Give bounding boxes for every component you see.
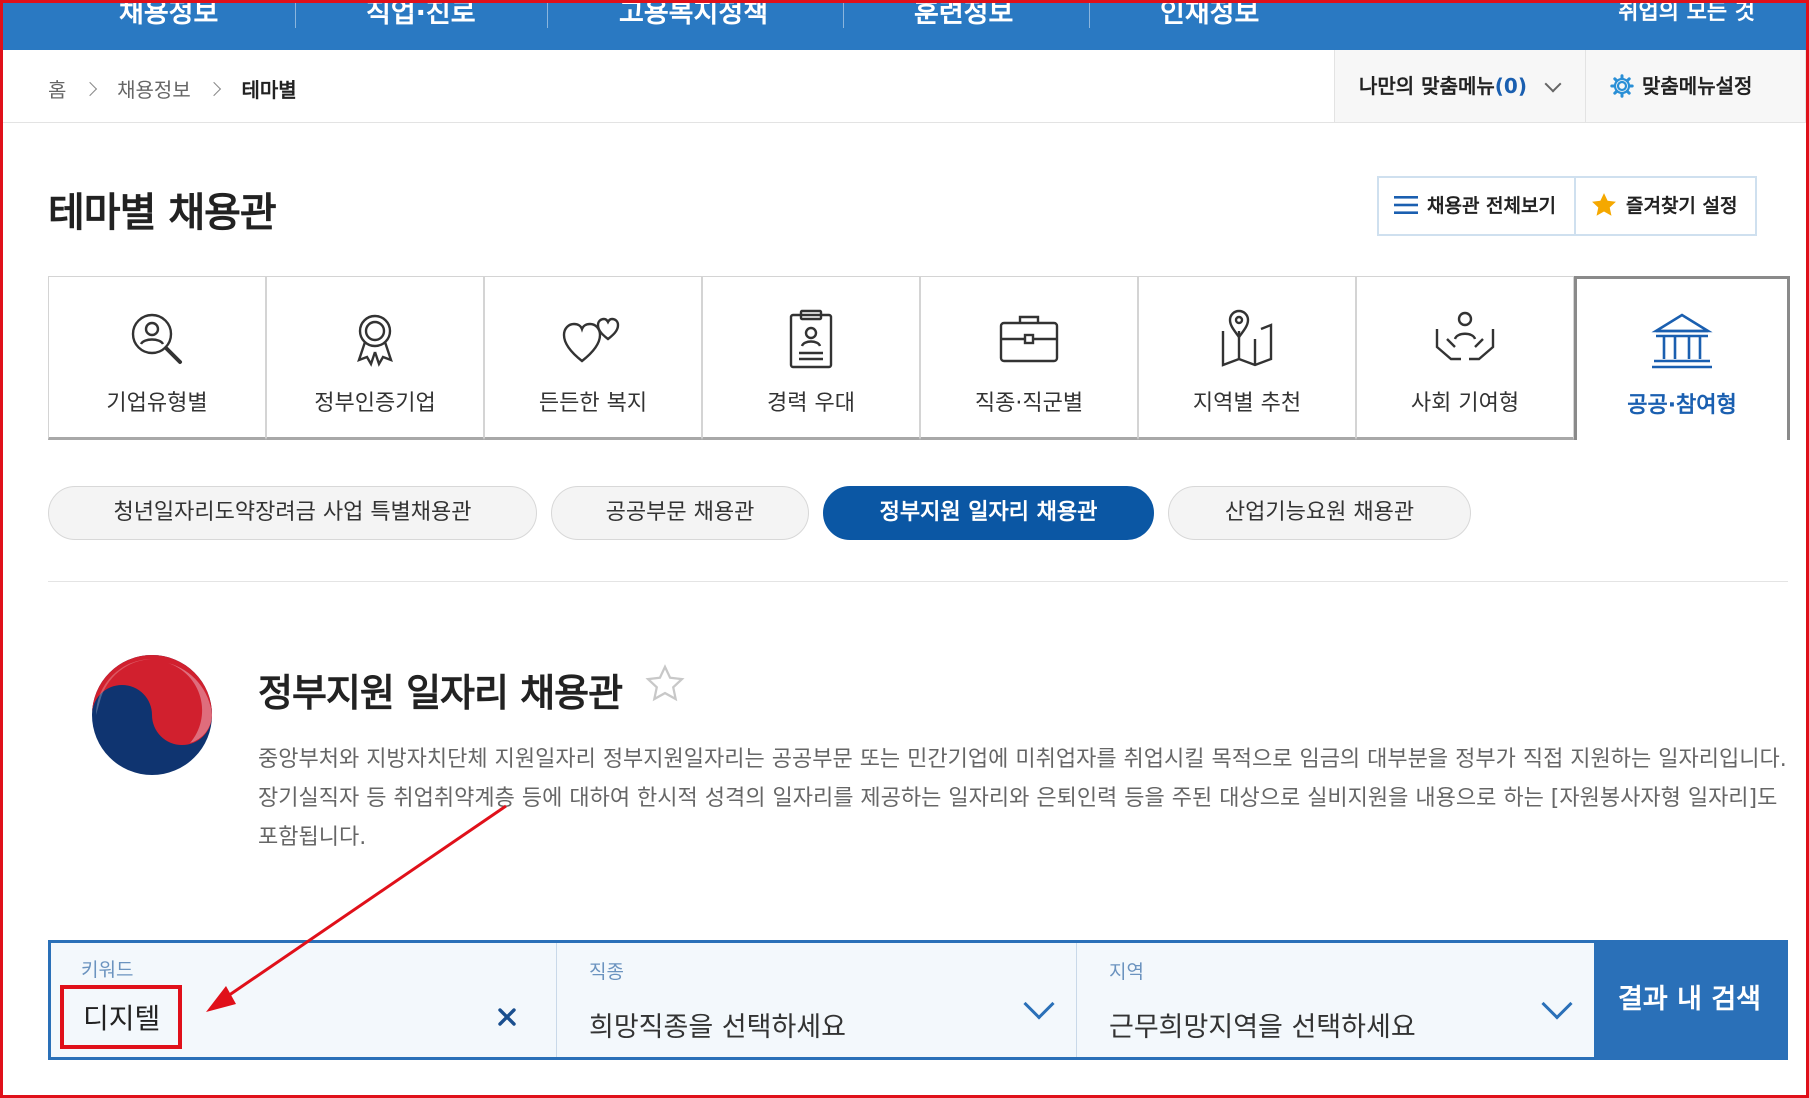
hands-person-icon: [1435, 311, 1495, 361]
top-navigation: 채용정보 직업·진로 고용복지정책 훈련정보 인재정보 취업의 모든 것: [0, 0, 1809, 50]
chevron-down-icon: [1544, 75, 1562, 93]
nav-separator: [1089, 0, 1090, 28]
nav-separator: [843, 0, 844, 28]
nav-all-about-jobs[interactable]: 취업의 모든 것: [1618, 0, 1755, 30]
briefcase-icon: [999, 315, 1059, 363]
my-menu-label: 나만의 맞춤메뉴: [1359, 74, 1495, 98]
chevron-down-icon: [1023, 988, 1055, 1020]
annotation-highlight-box: [60, 985, 182, 1049]
theme-tabs: 기업유형별 정부인증기업 든든한 복지 경력 우대 직종·직군별 지역별 추천: [48, 276, 1790, 440]
tab-label: 든든한 복지: [538, 391, 648, 416]
breadcrumb-jobs[interactable]: 채용정보: [117, 74, 191, 103]
clipboard-person-icon: [789, 309, 833, 369]
map-pin-icon: [1221, 309, 1273, 367]
job-placeholder: 희망직종을 선택하세요: [589, 1012, 846, 1043]
job-label: 직종: [589, 961, 624, 983]
pill-industrial-personnel[interactable]: 산업기능요원 채용관: [1168, 486, 1471, 540]
government-building-icon: [1651, 313, 1713, 369]
region-select[interactable]: 지역 근무희망지역을 선택하세요: [1076, 943, 1594, 1057]
tab-social-contribution[interactable]: 사회 기여형: [1356, 276, 1574, 440]
nav-item-jobs[interactable]: 채용정보: [119, 0, 218, 34]
clear-icon[interactable]: [495, 1005, 519, 1029]
nav-item-training[interactable]: 훈련정보: [914, 0, 1013, 34]
pill-gov-support-jobs[interactable]: 정부지원 일자리 채용관: [823, 486, 1154, 540]
tab-label: 경력 우대: [767, 391, 855, 416]
region-label: 지역: [1109, 961, 1144, 983]
nav-separator: [295, 0, 296, 28]
tab-label: 공공·참여형: [1627, 393, 1737, 418]
hearts-icon: [562, 317, 620, 363]
favorites-settings-button[interactable]: 즐겨찾기 설정: [1573, 178, 1756, 234]
view-all-label: 채용관 전체보기: [1427, 195, 1556, 217]
page-title: 테마별 채용관: [48, 190, 277, 236]
section-description: 중앙부처와 지방자치단체 지원일자리 정부지원일자리는 공공부문 또는 민간기업…: [258, 747, 1787, 850]
search-bar: 키워드 직종 희망직종을 선택하세요 지역 근무희망지역을 선택하세요 결과 내…: [48, 940, 1788, 1060]
screenshot-border: [0, 0, 1809, 1098]
favorite-star-icon[interactable]: [644, 663, 686, 705]
tab-job-category[interactable]: 직종·직군별: [920, 276, 1138, 440]
keyword-label: 키워드: [81, 959, 134, 981]
title-actions: 채용관 전체보기 즐겨찾기 설정: [1377, 176, 1758, 236]
breadcrumb-current: 테마별: [241, 78, 297, 102]
tab-career-preferred[interactable]: 경력 우대: [702, 276, 920, 440]
tab-label: 사회 기여형: [1410, 391, 1520, 416]
favorites-label: 즐겨찾기 설정: [1625, 195, 1738, 217]
award-badge-icon: [357, 314, 393, 367]
breadcrumb-bar: 홈 채용정보 테마별 나만의 맞춤메뉴(0) 맞춤메뉴설정: [0, 50, 1809, 123]
tab-label: 직종·직군별: [974, 391, 1084, 416]
tab-region-recommend[interactable]: 지역별 추천: [1138, 276, 1356, 440]
custom-menu-label: 맞춤메뉴설정: [1642, 74, 1753, 98]
search-within-results-button[interactable]: 결과 내 검색: [1594, 943, 1785, 1057]
tab-gov-certified[interactable]: 정부인증기업: [266, 276, 484, 440]
breadcrumb-home[interactable]: 홈: [48, 74, 66, 103]
tab-company-type[interactable]: 기업유형별: [48, 276, 266, 440]
breadcrumb: 홈 채용정보 테마별: [48, 74, 297, 103]
pill-public-sector[interactable]: 공공부문 채용관: [551, 486, 809, 540]
tab-label: 기업유형별: [106, 391, 208, 416]
section-title: 정부지원 일자리 채용관: [258, 671, 623, 715]
divider: [48, 581, 1788, 582]
taegeuk-logo: [92, 655, 212, 775]
my-custom-menu-dropdown[interactable]: 나만의 맞춤메뉴(0): [1334, 50, 1586, 122]
my-menu-count: (0): [1494, 74, 1527, 98]
person-search-icon: [131, 313, 182, 364]
star-icon: [1592, 192, 1616, 216]
tab-label: 정부인증기업: [314, 391, 436, 416]
nav-item-talent[interactable]: 인재정보: [1160, 0, 1259, 34]
custom-menu-settings-button[interactable]: 맞춤메뉴설정: [1586, 50, 1806, 122]
tab-label: 지역별 추천: [1192, 391, 1302, 416]
pill-youth-job-leap[interactable]: 청년일자리도약장려금 사업 특별채용관: [48, 486, 537, 540]
tab-welfare[interactable]: 든든한 복지: [484, 276, 702, 440]
region-placeholder: 근무희망지역을 선택하세요: [1109, 1012, 1416, 1043]
chevron-right-icon: [207, 81, 222, 96]
gear-icon: [1610, 73, 1634, 98]
job-select[interactable]: 직종 희망직종을 선택하세요: [556, 943, 1076, 1057]
chevron-right-icon: [82, 81, 97, 96]
chevron-down-icon: [1541, 988, 1573, 1020]
menu-list-icon: [1394, 195, 1418, 214]
annotation-arrow: [206, 804, 507, 1012]
view-all-button[interactable]: 채용관 전체보기: [1379, 178, 1574, 234]
nav-separator: [547, 0, 548, 28]
nav-item-career[interactable]: 직업·진로: [366, 0, 476, 34]
tab-public-participation[interactable]: 공공·참여형: [1574, 276, 1790, 440]
nav-item-welfare-policy[interactable]: 고용복지정책: [619, 0, 768, 34]
